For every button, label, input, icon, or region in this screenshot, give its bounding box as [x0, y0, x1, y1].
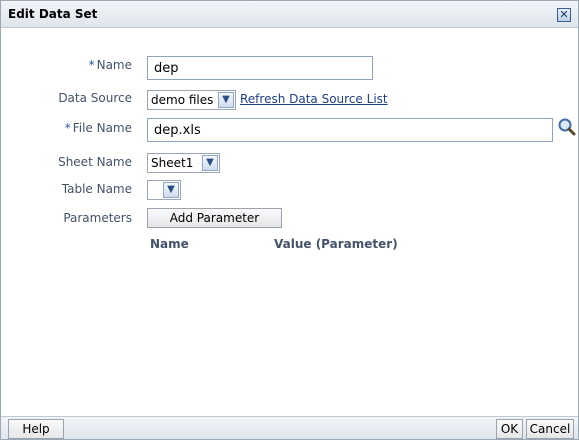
table-name-label: Table Name [61, 182, 132, 196]
chevron-down-icon: ▼ [218, 92, 234, 108]
search-icon[interactable] [557, 117, 577, 137]
data-source-label: Data Source [58, 91, 132, 105]
file-name-field[interactable] [147, 118, 553, 142]
table-name-select[interactable]: ▼ [147, 180, 181, 200]
add-parameter-button[interactable]: Add Parameter [147, 208, 282, 228]
file-name-label: * File Name [64, 121, 132, 135]
required-marker: * [64, 121, 71, 135]
close-icon[interactable]: ✕ [557, 8, 571, 22]
dialog-title: Edit Data Set [8, 7, 98, 21]
dialog-titlebar: Edit Data Set ✕ [1, 1, 578, 28]
parameters-label: Parameters [63, 211, 132, 225]
dialog-footer: Help OK Cancel [1, 416, 578, 439]
refresh-data-source-link[interactable]: Refresh Data Source List [240, 92, 388, 106]
cancel-button[interactable]: Cancel [526, 419, 574, 439]
name-label: * Name [88, 58, 132, 72]
data-source-value: demo files [151, 93, 214, 107]
help-button[interactable]: Help [8, 419, 64, 439]
name-field[interactable] [147, 56, 373, 80]
sheet-name-select[interactable]: Sheet1 ▼ [147, 153, 220, 173]
edit-data-set-dialog: Edit Data Set ✕ *Name Data Source demo f… [0, 0, 579, 440]
parameter-name-column-header: Name [150, 237, 189, 251]
sheet-name-label: Sheet Name [58, 155, 132, 169]
data-source-select[interactable]: demo files ▼ [147, 90, 236, 110]
parameter-value-column-header: Value (Parameter) [274, 237, 398, 251]
sheet-name-value: Sheet1 [151, 156, 194, 170]
ok-button[interactable]: OK [496, 419, 523, 439]
chevron-down-icon: ▼ [163, 182, 179, 198]
chevron-down-icon: ▼ [202, 155, 218, 171]
required-marker: * [88, 58, 95, 72]
